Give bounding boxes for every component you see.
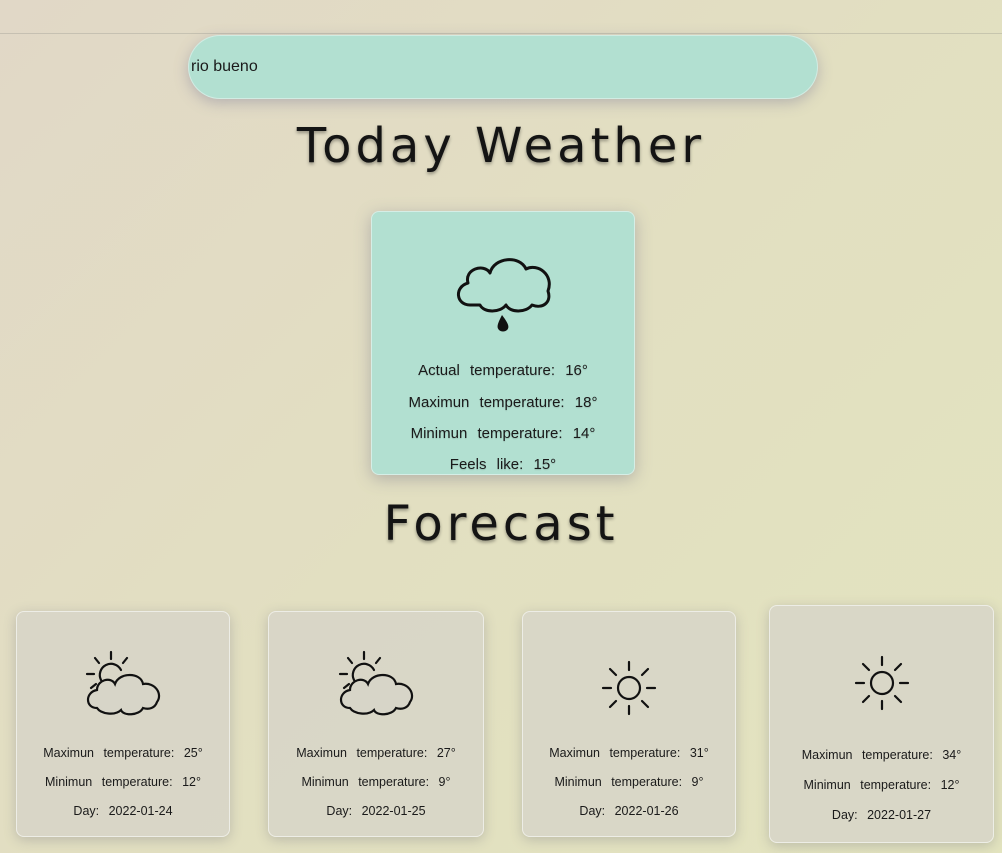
search-bar[interactable]	[188, 35, 818, 99]
actual-temperature: Actual temperature: 16°	[418, 362, 588, 379]
forecast-max-temperature: Maximun temperature: 34°	[801, 748, 962, 762]
forecast-max-temperature: Maximun temperature: 27°	[296, 746, 456, 760]
sun-icon	[601, 660, 657, 716]
forecast-min-temperature: Minimun temperature: 9°	[301, 775, 451, 789]
forecast-day: Day: 2022-01-25	[326, 804, 426, 818]
today-weather-card: Actual temperature: 16° Maximun temperat…	[371, 211, 635, 475]
sun-icon	[854, 655, 910, 711]
header-divider	[0, 33, 1002, 34]
city-search-input[interactable]	[189, 36, 817, 98]
max-temperature: Maximun temperature: 18°	[408, 394, 598, 411]
partly-cloudy-icon	[83, 650, 163, 720]
forecast-day: Day: 2022-01-24	[73, 804, 173, 818]
forecast-min-temperature: Minimun temperature: 12°	[803, 778, 960, 792]
forecast-min-temperature: Minimun temperature: 12°	[45, 775, 201, 789]
forecast-min-temperature: Minimun temperature: 9°	[554, 775, 704, 789]
forecast-card: Maximun temperature: 25° Minimun tempera…	[16, 611, 230, 837]
forecast-title: Forecast	[383, 496, 619, 552]
forecast-day: Day: 2022-01-26	[579, 804, 679, 818]
forecast-card: Maximun temperature: 27° Minimun tempera…	[268, 611, 484, 837]
feels-like: Feels like: 15°	[449, 456, 557, 473]
forecast-card: Maximun temperature: 34° Minimun tempera…	[769, 605, 994, 843]
min-temperature: Minimun temperature: 14°	[410, 425, 596, 442]
forecast-max-temperature: Maximun temperature: 31°	[549, 746, 709, 760]
today-weather-title: Today Weather	[296, 118, 706, 174]
forecast-card: Maximun temperature: 31° Minimun tempera…	[522, 611, 736, 837]
partly-cloudy-icon	[336, 650, 416, 720]
rain-cloud-icon	[450, 245, 556, 337]
forecast-day: Day: 2022-01-27	[831, 808, 932, 822]
forecast-max-temperature: Maximun temperature: 25°	[43, 746, 203, 760]
